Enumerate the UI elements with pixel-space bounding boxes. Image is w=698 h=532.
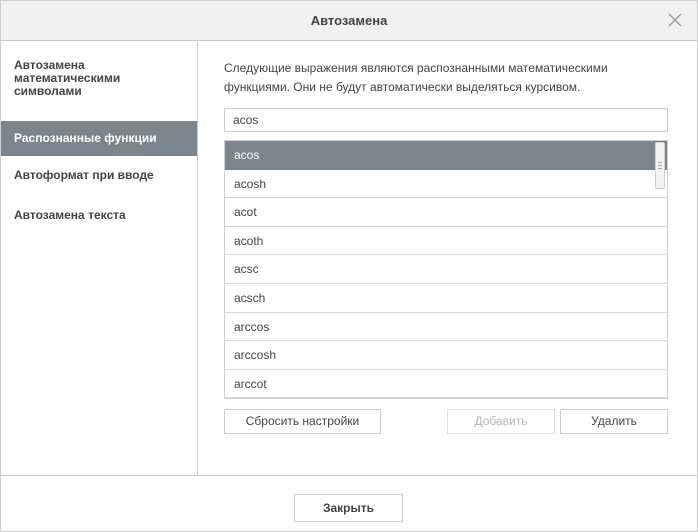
add-button[interactable]: Добавить: [447, 409, 555, 434]
list-item[interactable]: arccot: [225, 370, 667, 398]
reset-settings-button[interactable]: Сбросить настройки: [224, 409, 381, 434]
functions-list[interactable]: acos acosh acot acoth acsc acsch arccos …: [224, 140, 668, 399]
scrollbar-grip: [658, 165, 662, 166]
sidebar-item-recognized-functions[interactable]: Распознанные функции: [1, 121, 197, 156]
list-item[interactable]: arccosh: [225, 341, 667, 370]
scrollbar-grip: [658, 168, 662, 169]
close-button[interactable]: Закрыть: [294, 494, 403, 522]
list-item[interactable]: acsc: [225, 255, 667, 284]
sidebar-item-math-autocorrect[interactable]: Автозамена математическими символами: [1, 59, 197, 98]
function-input[interactable]: [224, 108, 668, 132]
list-item[interactable]: arccos: [225, 313, 667, 342]
close-icon[interactable]: [667, 12, 683, 28]
dialog-title: Автозамена: [310, 13, 388, 28]
list-item-selected[interactable]: acos: [225, 141, 667, 170]
dialog-footer: Закрыть: [1, 475, 697, 532]
list-scrollbar[interactable]: [655, 142, 665, 189]
list-item[interactable]: acosh: [225, 170, 667, 199]
list-item[interactable]: acsch: [225, 284, 667, 313]
list-item[interactable]: acot: [225, 198, 667, 227]
sidebar-item-text-autocorrect[interactable]: Автозамена текста: [1, 209, 197, 222]
list-item[interactable]: acoth: [225, 227, 667, 256]
description-text: Следующие выражения являются распознанны…: [224, 61, 608, 94]
sidebar: Автозамена математическими символами Рас…: [1, 42, 198, 475]
scrollbar-grip: [658, 162, 662, 163]
title-bar: Автозамена: [1, 1, 697, 41]
delete-button[interactable]: Удалить: [560, 409, 668, 434]
sidebar-item-autoformat-as-you-type[interactable]: Автоформат при вводе: [1, 169, 197, 182]
autocorrect-dialog: Автозамена Автозамена математическими си…: [0, 0, 698, 532]
